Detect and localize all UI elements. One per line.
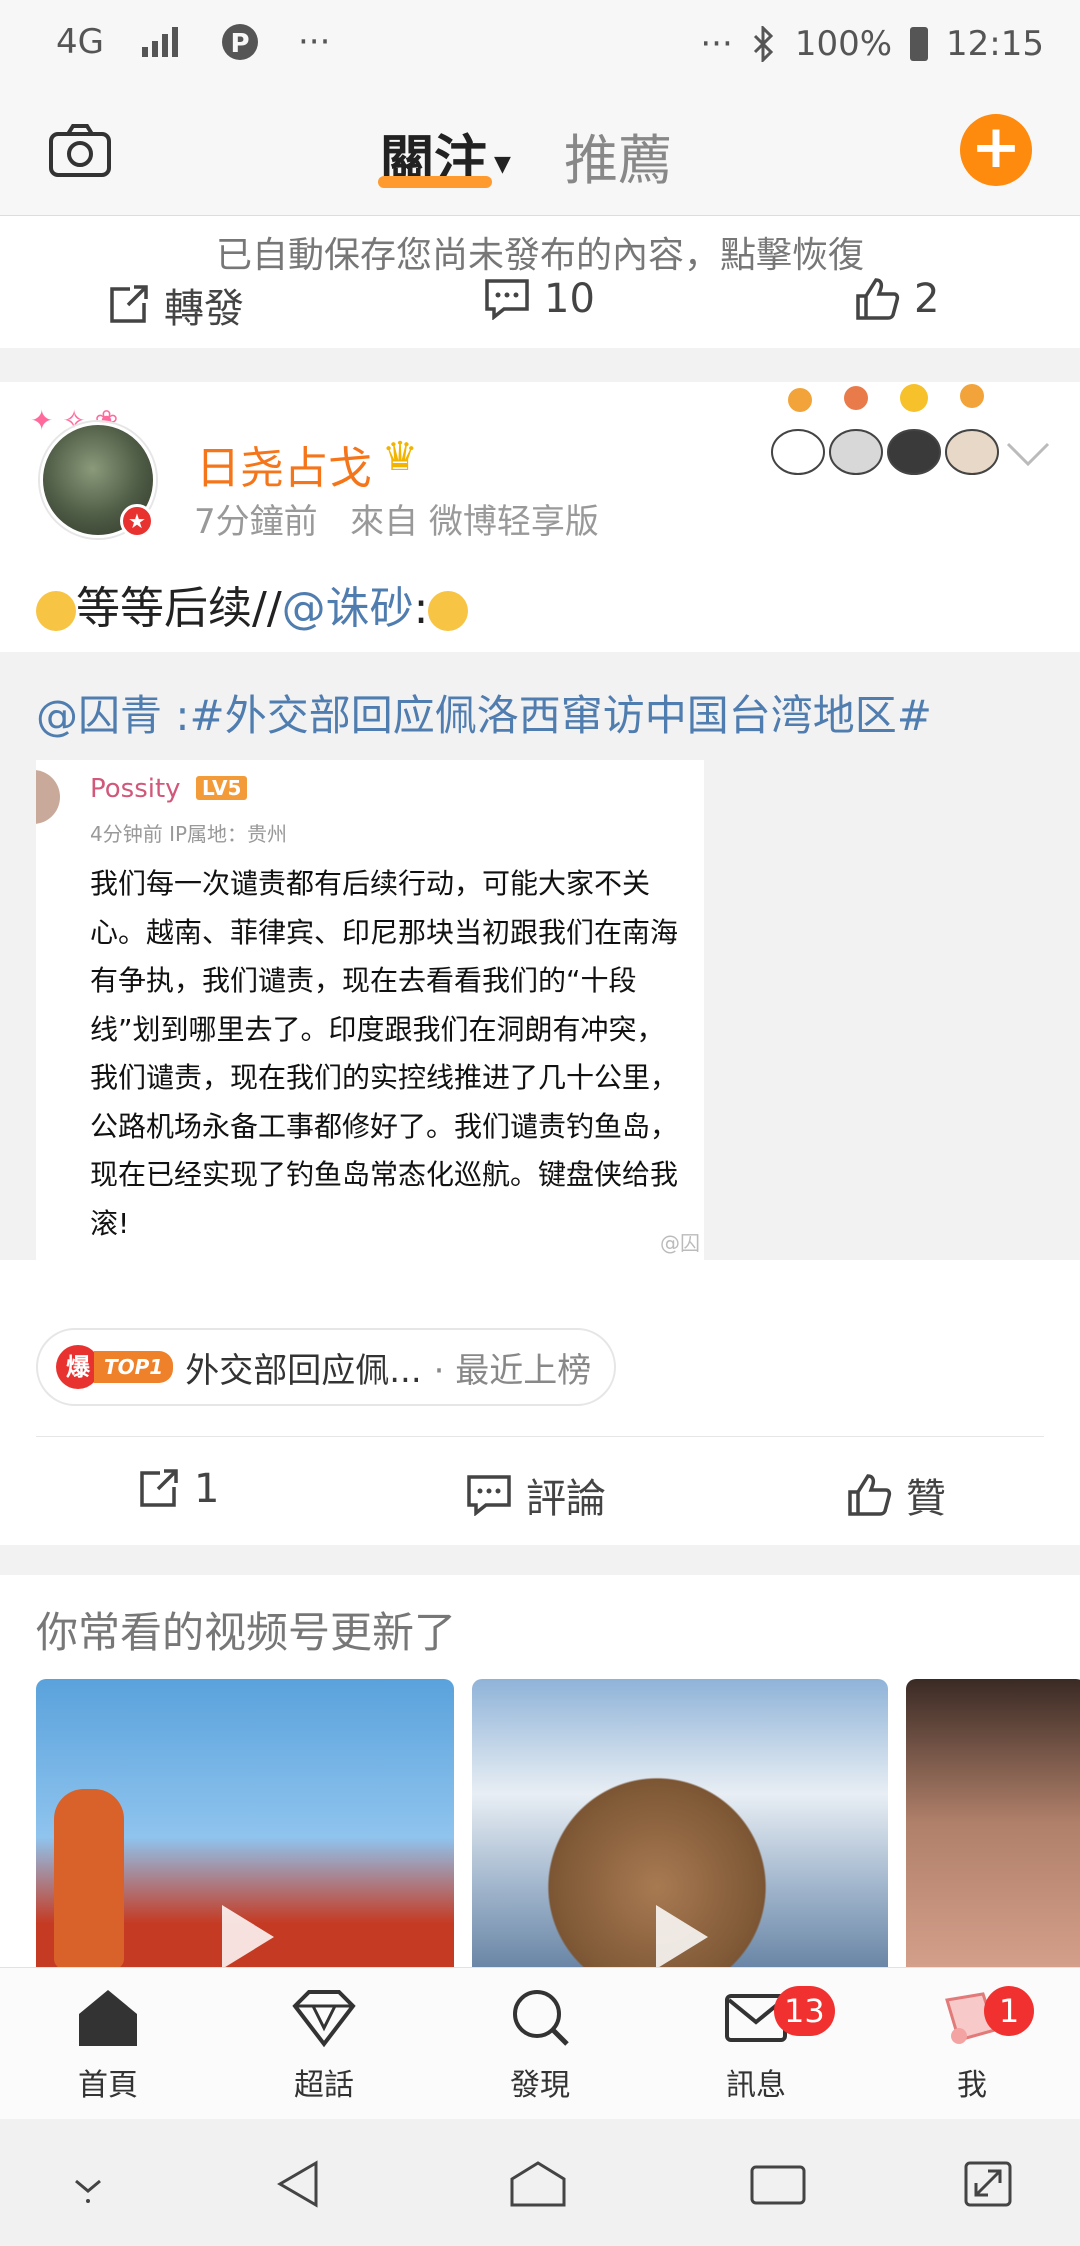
more-notifications-icon: ··· [297, 22, 331, 62]
repost-text[interactable]: @囚青 :#外交部回应佩洛西窜访中国台湾地区# [36, 682, 932, 743]
bluetooth-icon [753, 26, 773, 62]
messages-badge: 13 [774, 1986, 835, 2036]
image-watermark: @囚 [660, 1231, 700, 1255]
repost-count: 1 [194, 1466, 220, 1512]
repost-button[interactable]: 轉發 [106, 276, 244, 334]
tab-discover[interactable]: 發現 [480, 1986, 600, 2104]
repost-image[interactable]: Possity LV5 4分钟前 IP属地：贵州 我们每一次谴责都有后续行动，可… [36, 760, 704, 1260]
clock: 12:15 [946, 24, 1044, 64]
home-icon [79, 1990, 137, 2046]
repost-icon [140, 1469, 178, 1507]
comment-label: 評論 [526, 1476, 606, 1522]
smile-emoji-icon [428, 591, 469, 631]
hot-badge: 爆 TOP1 [56, 1345, 174, 1389]
camera-icon[interactable] [48, 122, 112, 178]
like-button[interactable]: 贊 [846, 1466, 946, 1524]
tab-discover-label: 發現 [510, 2068, 570, 2103]
play-icon [222, 1905, 274, 1967]
image-avatar [36, 770, 60, 824]
compose-button[interactable]: + [960, 114, 1032, 186]
pinterest-icon: P [221, 24, 258, 60]
bottom-tab-bar: 首頁 超話 發現 訊息 13 我 1 [0, 1967, 1080, 2119]
top-nav: 關注 ▼ 推薦 + [0, 90, 1080, 216]
image-level-badge: LV5 [196, 776, 248, 800]
post-text: 等等后续//@诛砂: [36, 572, 469, 636]
comment-icon [467, 1475, 511, 1516]
comment-button[interactable]: 評論 [466, 1466, 606, 1524]
image-body-text: 我们每一次谴责都有后续行动，可能大家不关心。越南、菲律宾、印尼那块当初跟我们在南… [90, 867, 679, 1240]
fox-figure [54, 1789, 124, 1967]
repost-label: 轉發 [164, 286, 244, 332]
repost-button[interactable]: 1 [136, 1466, 219, 1512]
svg-text:P: P [230, 29, 249, 59]
battery-icon [910, 27, 929, 61]
post-time: 7分鐘前 [194, 502, 318, 542]
comment-button[interactable]: 10 [484, 276, 595, 322]
tab-home-label: 首頁 [78, 2068, 138, 2103]
doge-emoji-icon [36, 591, 76, 631]
cat-sticker-decoration [771, 384, 999, 475]
previous-post-card: 已自動保存您尚未發布的內容，點擊恢復 轉發 10 2 [0, 216, 1080, 348]
comment-count: 10 [544, 276, 595, 322]
tab-super-topic[interactable]: 超話 [264, 1986, 384, 2104]
section-title: 你常看的视频号更新了 [36, 1608, 457, 1657]
plus-icon: + [970, 112, 1022, 182]
like-count: 2 [914, 276, 940, 322]
signal-icon [141, 27, 178, 57]
hot-topic-suffix: · 最近上榜 [433, 1350, 592, 1391]
hot-topic-chip[interactable]: 爆 TOP1 外交部回应佩... · 最近上榜 [36, 1328, 616, 1406]
like-label: 贊 [906, 1476, 946, 1522]
tab-active-indicator [378, 176, 492, 188]
thumbs-up-icon [848, 1474, 892, 1516]
thumbs-up-icon [856, 278, 900, 320]
tab-messages-label: 訊息 [726, 2068, 786, 2103]
hide-keyboard-icon[interactable] [58, 2159, 118, 2209]
post-source[interactable]: 來自 微博轻享版 [350, 502, 599, 542]
reposted-content[interactable]: @囚青 :#外交部回应佩洛西窜访中国台湾地区# Possity LV5 4分钟前… [0, 652, 1080, 1260]
image-username: Possity [90, 774, 181, 804]
back-icon[interactable] [270, 2159, 330, 2209]
post-meta: 7分鐘前 來自 微博轻享版 [194, 494, 599, 543]
video-thumbnail[interactable] [36, 1679, 454, 1967]
like-button[interactable]: 2 [854, 276, 939, 322]
repost-icon [110, 285, 148, 323]
play-icon [656, 1905, 708, 1967]
verified-badge-icon: ★ [120, 504, 154, 538]
draft-restore-notice[interactable]: 已自動保存您尚未發布的內容，點擊恢復 [0, 226, 1080, 278]
tab-home[interactable]: 首頁 [48, 1986, 168, 2104]
video-thumbnail[interactable] [472, 1679, 888, 1967]
mention-link[interactable]: @诛砂 [282, 583, 414, 634]
post-text-main: 等等后续// [76, 583, 282, 634]
tab-me[interactable]: 我 1 [912, 1986, 1034, 2104]
image-meta: 4分钟前 IP属地：贵州 [90, 822, 288, 846]
home-button-icon[interactable] [508, 2159, 568, 2209]
post-card: ✦ ✧ ❀ ★ 日尧占戈 ♛ 7分鐘前 來自 微博轻享版 等等后续//@诛砂: … [0, 382, 1080, 1545]
video-thumbnail[interactable] [906, 1679, 1080, 1967]
caret-down-icon: ▼ [494, 151, 511, 177]
tab-me-label: 我 [957, 2068, 987, 2103]
status-bar: 4G P ··· ··· 100% 12:15 [0, 0, 1080, 90]
crown-icon: ♛ [382, 434, 418, 480]
divider [36, 1436, 1044, 1437]
battery-percent: 100% [794, 24, 893, 64]
tab-messages[interactable]: 訊息 13 [696, 1986, 835, 2104]
tab-super-topic-label: 超話 [294, 2068, 354, 2103]
expand-icon[interactable] [958, 2159, 1018, 2209]
hot-topic-text: 外交部回应佩... [185, 1350, 422, 1391]
recent-apps-icon[interactable] [748, 2159, 808, 2209]
me-badge: 1 [984, 1986, 1034, 2036]
post-text-colon: : [413, 583, 429, 634]
network-indicator: 4G [56, 22, 104, 62]
chevron-down-icon[interactable] [1006, 440, 1050, 470]
video-channel-section: 你常看的视频号更新了 [0, 1575, 1080, 1967]
diamond-icon [292, 1990, 356, 2048]
hot-badge-rank: TOP1 [94, 1351, 174, 1383]
tab-recommend[interactable]: 推薦 [564, 116, 672, 195]
username[interactable]: 日尧占戈 [196, 432, 372, 496]
comment-icon [485, 279, 529, 320]
more-icons: ··· [700, 24, 733, 64]
system-navigation-bar [0, 2119, 1080, 2246]
search-icon [513, 1990, 569, 2046]
